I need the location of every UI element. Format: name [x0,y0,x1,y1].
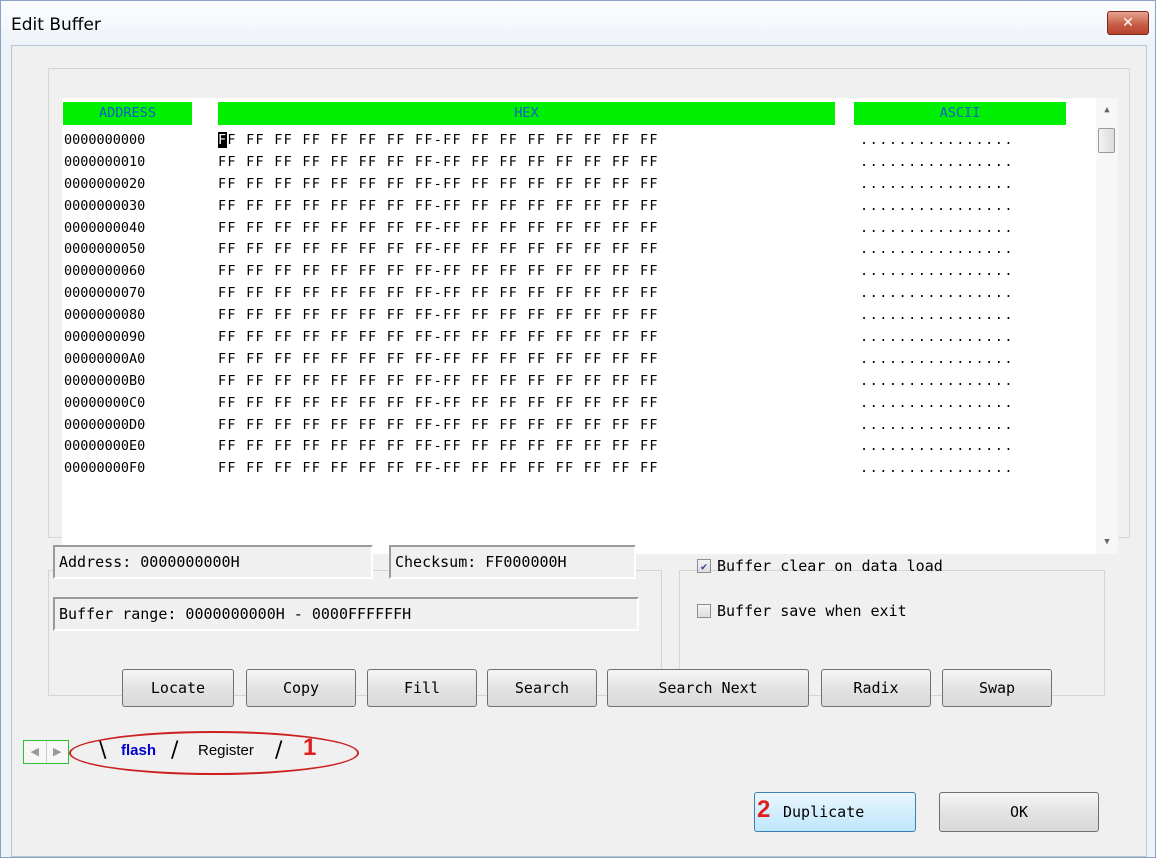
checksum-readout: Checksum: FF000000H [389,545,636,579]
row-address: 0000000080 [64,307,146,324]
buffer-clear-label: Buffer clear on data load [717,557,943,575]
scroll-up-icon[interactable]: ▲ [1101,104,1113,116]
duplicate-label: Duplicate [783,803,865,821]
row-hex[interactable]: FF FF FF FF FF FF FF FF-FF FF FF FF FF F… [218,393,659,415]
hex-editor[interactable]: ADDRESS HEX ASCII 0000000000 FF FF FF FF … [62,98,1118,554]
text-cursor: F [218,132,228,148]
radix-button[interactable]: Radix [821,669,931,707]
row-ascii[interactable]: ................ [860,327,1014,349]
row-hex[interactable]: FF FF FF FF FF FF FF FF-FF FF FF FF FF F… [218,174,659,196]
address-readout: Address: 0000000000H [53,545,373,579]
row-address: 0000000060 [64,263,146,280]
row-hex[interactable]: FF FF FF FF FF FF FF FF-FF FF FF FF FF F… [218,239,659,261]
checkbox-empty-icon[interactable] [697,604,711,618]
row-hex[interactable]: FF FF FF FF FF FF FF FF-FF FF FF FF FF F… [218,349,659,371]
row-ascii[interactable]: ................ [860,305,1014,327]
row-ascii[interactable]: ................ [860,239,1014,261]
tab-prev-icon[interactable]: ◀ [24,741,47,763]
search-button[interactable]: Search [487,669,597,707]
row-ascii[interactable]: ................ [860,261,1014,283]
row-address: 0000000090 [64,329,146,346]
vertical-scrollbar[interactable]: ▲ ▼ [1096,98,1118,554]
row-address: 0000000030 [64,197,146,214]
row-hex[interactable]: FF FF FF FF FF FF FF FF-FF FF FF FF FF F… [218,261,659,283]
row-address: 00000000E0 [64,438,146,455]
row-ascii[interactable]: ................ [860,349,1014,371]
buffer-clear-checkbox[interactable]: ✔ Buffer clear on data load [697,557,943,575]
hex-column-header: HEX [218,102,835,125]
address-column-header: ADDRESS [63,102,192,125]
copy-button[interactable]: Copy [246,669,356,707]
row-ascii[interactable]: ................ [860,196,1014,218]
row-address: 0000000040 [64,219,146,236]
row-address: 0000000050 [64,241,146,258]
row-ascii[interactable]: ................ [860,458,1014,480]
window-title: Edit Buffer [11,15,101,35]
row-hex[interactable]: FF FF FF FF FF FF FF FF-FF FF FF FF FF F… [218,283,659,305]
row-hex[interactable]: FF FF FF FF FF FF FF FF-FF FF FF FF FF F… [218,371,659,393]
buffer-save-label: Buffer save when exit [717,602,907,620]
scrollbar-thumb[interactable] [1098,128,1115,153]
tab-scroll[interactable]: ◀ ▶ [23,740,69,764]
checkmark-icon[interactable]: ✔ [697,559,711,573]
fill-button[interactable]: Fill [367,669,477,707]
row-ascii[interactable]: ................ [860,415,1014,437]
row-address: 00000000C0 [64,394,146,411]
row-hex[interactable]: FF FF FF FF FF FF FF FF-FF FF FF FF FF F… [218,218,659,240]
row-ascii[interactable]: ................ [860,436,1014,458]
row-address: 00000000A0 [64,350,146,367]
scroll-down-icon[interactable]: ▼ [1101,536,1113,548]
row-hex[interactable]: FF FF FF FF FF FF FF FF-FF FF FF FF FF F… [218,305,659,327]
title-bar[interactable]: Edit Buffer ✕ [1,1,1155,45]
tab-next-icon[interactable]: ▶ [47,741,69,763]
row-address: 00000000B0 [64,372,146,389]
row-address: 0000000010 [64,153,146,170]
row-address: 00000000D0 [64,416,146,433]
row-hex[interactable]: FF FF FF FF FF FF FF FF-FF FF FF FF FF F… [218,130,659,152]
ascii-column-header: ASCII [854,102,1066,125]
row-hex[interactable]: FF FF FF FF FF FF FF FF-FF FF FF FF FF F… [218,152,659,174]
row-ascii[interactable]: ................ [860,283,1014,305]
row-ascii[interactable]: ................ [860,152,1014,174]
swap-button[interactable]: Swap [942,669,1052,707]
close-button[interactable]: ✕ [1107,11,1149,35]
buffer-save-checkbox[interactable]: Buffer save when exit [697,602,907,620]
row-ascii[interactable]: ................ [860,393,1014,415]
row-address: 0000000000 [64,132,146,148]
row-ascii[interactable]: ................ [860,174,1014,196]
row-address: 0000000070 [64,285,146,302]
row-hex[interactable]: FF FF FF FF FF FF FF FF-FF FF FF FF FF F… [218,327,659,349]
annotation-label-2: 2 [757,796,771,823]
duplicate-button[interactable]: Duplicate [754,792,916,832]
row-hex[interactable]: FF FF FF FF FF FF FF FF-FF FF FF FF FF F… [218,436,659,458]
row-address: 00000000F0 [64,460,146,477]
row-hex[interactable]: FF FF FF FF FF FF FF FF-FF FF FF FF FF F… [218,196,659,218]
search-next-button[interactable]: Search Next [607,669,809,707]
row-hex[interactable]: FF FF FF FF FF FF FF FF-FF FF FF FF FF F… [218,415,659,437]
locate-button[interactable]: Locate [122,669,234,707]
row-ascii[interactable]: ................ [860,371,1014,393]
row-address: 0000000020 [64,175,146,192]
row-hex[interactable]: FF FF FF FF FF FF FF FF-FF FF FF FF FF F… [218,458,659,480]
ok-button[interactable]: OK [939,792,1099,832]
annotation-label-1: 1 [303,734,317,761]
row-ascii[interactable]: ................ [860,130,1014,152]
buffer-range-readout: Buffer range: 0000000000H - 0000FFFFFFH [53,597,639,631]
close-icon: ✕ [1122,15,1134,31]
row-ascii[interactable]: ................ [860,218,1014,240]
edit-buffer-window: Edit Buffer ✕ ADDRESS HEX ASCII 00000000… [0,0,1156,858]
